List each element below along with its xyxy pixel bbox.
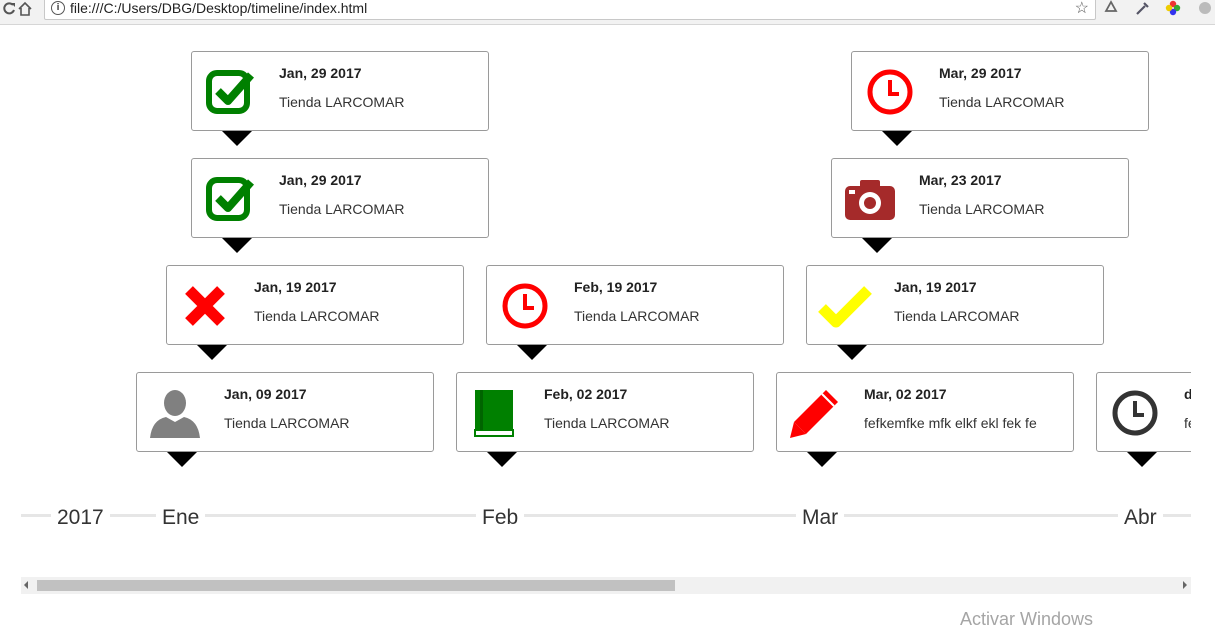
timeline-event-card[interactable]: Feb, 02 2017 Tienda LARCOMAR bbox=[456, 372, 754, 467]
timeline-event-card[interactable]: Feb, 19 2017 Tienda LARCOMAR bbox=[486, 265, 784, 360]
event-description: Tienda LARCOMAR bbox=[254, 308, 380, 324]
event-date: d bbox=[1184, 386, 1191, 402]
event-date: Jan, 19 2017 bbox=[254, 279, 337, 295]
event-description: fe bbox=[1184, 415, 1191, 431]
event-description: Tienda LARCOMAR bbox=[279, 201, 405, 217]
event-description: Tienda LARCOMAR bbox=[894, 308, 1020, 324]
event-date: Mar, 23 2017 bbox=[919, 172, 1002, 188]
home-icon[interactable] bbox=[16, 0, 34, 18]
event-description: Tienda LARCOMAR bbox=[939, 94, 1065, 110]
timeline-event-card[interactable]: Mar, 29 2017 Tienda LARCOMAR bbox=[851, 51, 1149, 146]
event-date: Jan, 29 2017 bbox=[279, 172, 362, 188]
timeline-event-card[interactable]: Jan, 29 2017 Tienda LARCOMAR bbox=[191, 158, 489, 253]
month-label-abr: Abr bbox=[1118, 506, 1163, 530]
event-description: Tienda LARCOMAR bbox=[574, 308, 700, 324]
event-description: fefkemfke mfk elkf ekl fek fe bbox=[864, 415, 1037, 431]
address-bar[interactable]: i file:///C:/Users/DBG/Desktop/timeline/… bbox=[44, 0, 1096, 20]
month-label-feb: Feb bbox=[476, 506, 525, 530]
checkbox-check-icon bbox=[202, 64, 258, 120]
info-icon[interactable]: i bbox=[51, 1, 65, 15]
event-description: Tienda LARCOMAR bbox=[544, 415, 670, 431]
browser-toolbar: i file:///C:/Users/DBG/Desktop/timeline/… bbox=[0, 0, 1215, 25]
camera-icon bbox=[842, 171, 898, 227]
timeline-event-card[interactable]: Mar, 02 2017 fefkemfke mfk elkf ekl fek … bbox=[776, 372, 1074, 467]
timeline-viewport[interactable]: Jan, 29 2017 Tienda LARCOMAR Jan, 29 201… bbox=[21, 24, 1191, 580]
clock-icon bbox=[1107, 385, 1163, 441]
event-description: Tienda LARCOMAR bbox=[224, 415, 350, 431]
cross-icon bbox=[177, 278, 233, 334]
event-description: Tienda LARCOMAR bbox=[279, 94, 405, 110]
address-url: file:///C:/Users/DBG/Desktop/timeline/in… bbox=[70, 0, 368, 16]
event-date: Feb, 02 2017 bbox=[544, 386, 628, 402]
check-icon bbox=[817, 278, 873, 334]
event-date: Mar, 02 2017 bbox=[864, 386, 947, 402]
horizontal-scrollbar[interactable] bbox=[21, 577, 1191, 594]
clock-icon bbox=[497, 278, 553, 334]
recycle-extension-icon[interactable] bbox=[1102, 0, 1120, 17]
event-description: Tienda LARCOMAR bbox=[919, 201, 1045, 217]
timeline-event-card[interactable]: Jan, 29 2017 Tienda LARCOMAR bbox=[191, 51, 489, 146]
event-date: Feb, 19 2017 bbox=[574, 279, 658, 295]
timeline-event-card[interactable]: d fe bbox=[1096, 372, 1191, 467]
pencil-icon bbox=[787, 385, 843, 441]
timeline-event-card[interactable]: Jan, 19 2017 Tienda LARCOMAR bbox=[166, 265, 464, 360]
scroll-right-arrow-icon[interactable] bbox=[1183, 581, 1187, 589]
user-icon bbox=[147, 385, 203, 441]
event-date: Mar, 29 2017 bbox=[939, 65, 1022, 81]
event-date: Jan, 29 2017 bbox=[279, 65, 362, 81]
book-icon bbox=[467, 385, 523, 441]
timeline-event-card[interactable]: Jan, 09 2017 Tienda LARCOMAR bbox=[136, 372, 434, 467]
scrollbar-thumb[interactable] bbox=[37, 580, 675, 591]
scroll-left-arrow-icon[interactable] bbox=[24, 581, 28, 589]
bookmark-star-icon[interactable]: ☆ bbox=[1075, 0, 1089, 18]
event-date: Jan, 09 2017 bbox=[224, 386, 307, 402]
clock-icon bbox=[862, 64, 918, 120]
extension-icon[interactable] bbox=[1196, 0, 1214, 17]
eyedropper-extension-icon[interactable] bbox=[1134, 0, 1152, 17]
timeline-event-card[interactable]: Jan, 19 2017 Tienda LARCOMAR bbox=[806, 265, 1104, 360]
color-wheel-extension-icon[interactable] bbox=[1164, 0, 1182, 17]
year-label: 2017 bbox=[51, 506, 110, 530]
timeline-event-card[interactable]: Mar, 23 2017 Tienda LARCOMAR bbox=[831, 158, 1129, 253]
event-date: Jan, 19 2017 bbox=[894, 279, 977, 295]
checkbox-check-icon bbox=[202, 171, 258, 227]
month-label-ene: Ene bbox=[156, 506, 206, 530]
month-label-mar: Mar bbox=[796, 506, 845, 530]
